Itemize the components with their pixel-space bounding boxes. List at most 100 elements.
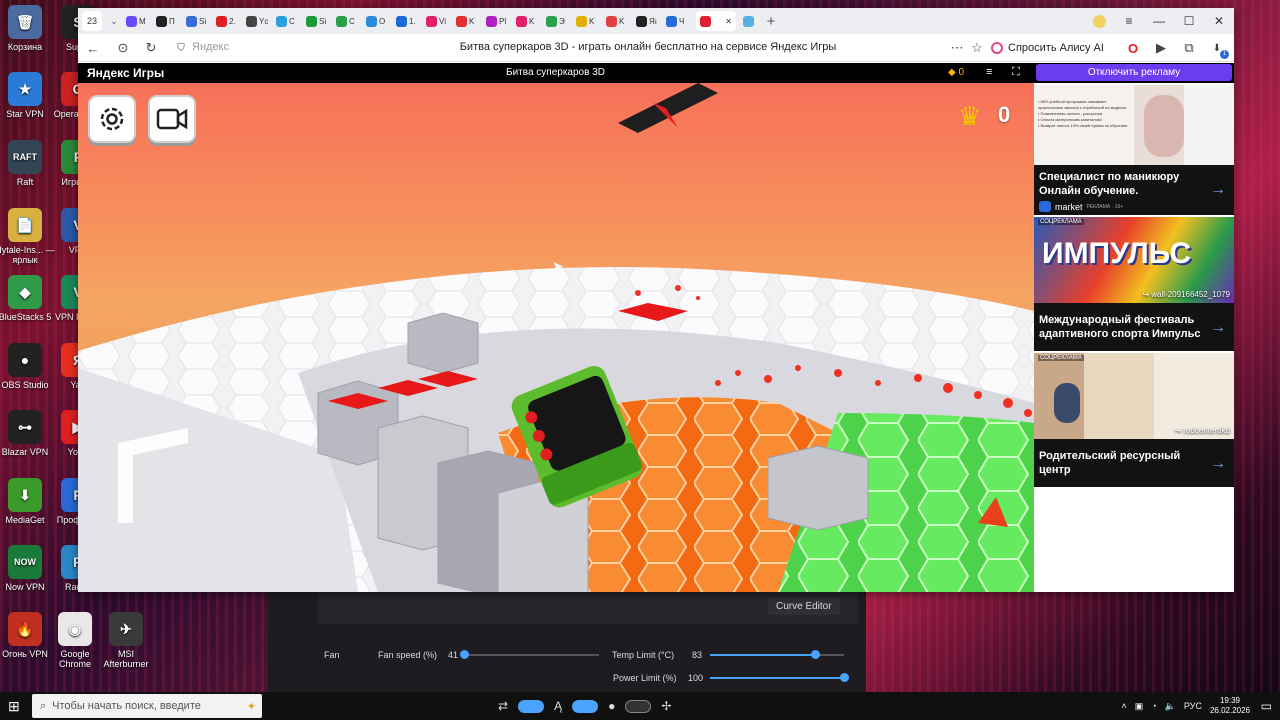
user-toggle[interactable]: [625, 699, 652, 713]
browser-tab[interactable]: K: [516, 11, 545, 31]
volume-icon[interactable]: 🔈: [1165, 701, 1176, 712]
bookmark-icon[interactable]: ☆: [968, 39, 986, 57]
sync-icon[interactable]: ⇄: [498, 699, 508, 713]
close-window-button[interactable]: ✕: [1204, 8, 1234, 34]
desktop-icon[interactable]: ◆ BlueStacks 5: [0, 275, 55, 322]
camera-button[interactable]: [148, 95, 196, 143]
browser-tab[interactable]: 2.: [216, 11, 245, 31]
system-tray: ˄ ▣ ◔ 🔈 РУС 19:39 26.02.2026: [1121, 692, 1250, 720]
back-button[interactable]: ←: [84, 39, 102, 57]
tab-list-chevron[interactable]: ⌄: [103, 11, 125, 31]
video-camera-icon: [156, 108, 188, 130]
tray-chevron-icon[interactable]: ˄: [1121, 701, 1126, 711]
disable-ads-button[interactable]: Отключить рекламу: [1036, 64, 1232, 81]
favicon-icon: [576, 15, 587, 27]
browser-tab[interactable]: Yc: [246, 11, 275, 31]
browser-tab[interactable]: Яı: [636, 11, 665, 31]
clock[interactable]: 19:39 26.02.2026: [1210, 696, 1250, 716]
arrow-right-icon[interactable]: →: [1210, 319, 1226, 337]
address-input[interactable]: Яндекс: [192, 41, 229, 53]
arrow-right-icon[interactable]: →: [1210, 181, 1226, 199]
leaderboard-icon[interactable]: ≡: [986, 66, 992, 78]
reload-button[interactable]: ↻: [142, 39, 160, 57]
temp-limit-slider[interactable]: [710, 650, 844, 659]
yandex-games-logo[interactable]: Яндекс Игры: [87, 66, 164, 80]
browser-tab[interactable]: C: [276, 11, 305, 31]
new-tab-button[interactable]: +: [760, 11, 782, 31]
fullscreen-icon[interactable]: ⛶: [1012, 66, 1020, 79]
coins-counter[interactable]: ◆ 0: [948, 67, 964, 78]
game-canvas[interactable]: ♛ 0 ➤: [78, 83, 1034, 592]
browser-tab[interactable]: K: [456, 11, 485, 31]
auto-icon[interactable]: Ą: [554, 699, 562, 713]
extensions-icon[interactable]: ⧉: [1180, 39, 1198, 57]
browser-tab[interactable]: O: [366, 11, 395, 31]
browser-tab[interactable]: Ч: [666, 11, 695, 31]
windows-start-icon[interactable]: ⊞: [8, 698, 24, 714]
app-icon: ⊶: [8, 410, 42, 444]
power-limit-slider[interactable]: [710, 673, 849, 682]
desktop-icon[interactable]: 🗑 Корзина: [0, 5, 55, 52]
ad-parent-center[interactable]: СОЦРЕКЛАМА ↪ rodcenterdkd Родительский р…: [1034, 353, 1234, 487]
favicon-icon: [156, 15, 167, 27]
tabs: M П Si 2. Yc C Si C O 1. Vi K Pl K Э K K Яı Ч: [126, 11, 696, 31]
msi-afterburner-panel: Curve Editor Fan Fan speed (%) 41 Temp L…: [268, 592, 866, 698]
fan-icon[interactable]: ✢: [661, 699, 671, 713]
fan-speed-label: Fan speed (%): [378, 650, 438, 660]
desktop-icon[interactable]: ⬇ MediaGet: [0, 478, 55, 525]
ad-manicure[interactable]: • 88% учебной программы занимают практич…: [1034, 85, 1234, 215]
vk-icon: [1039, 201, 1051, 212]
tab-extra[interactable]: [737, 11, 759, 31]
sync-toggle[interactable]: [518, 699, 545, 713]
browser-tab[interactable]: П: [156, 11, 185, 31]
browser-tab[interactable]: Vi: [426, 11, 455, 31]
desktop-icon[interactable]: ★ Star VPN: [0, 72, 55, 119]
desktop-icon[interactable]: NOW Now VPN: [0, 545, 55, 592]
browser-tab[interactable]: Pl: [486, 11, 515, 31]
browser-tab[interactable]: K: [576, 11, 605, 31]
fan-speed-knob[interactable]: [460, 650, 469, 659]
mouse-cursor-icon: ➤: [552, 258, 564, 274]
browser-tab[interactable]: M: [126, 11, 155, 31]
user-icon[interactable]: ●: [608, 699, 615, 713]
forward-icon[interactable]: ⊙: [114, 39, 132, 57]
menu-icon[interactable]: ≡: [1114, 8, 1144, 34]
browser-tab[interactable]: Si: [306, 11, 335, 31]
temp-limit-knob[interactable]: [810, 650, 820, 659]
taskbar-search-input[interactable]: ⌕ Чтобы начать поиск, введите ✦: [32, 694, 262, 718]
notifications-icon[interactable]: ▭: [1261, 699, 1272, 713]
opera-icon[interactable]: O: [1124, 39, 1142, 57]
settings-button[interactable]: [88, 95, 136, 143]
tab-close-icon[interactable]: ✕: [725, 17, 732, 26]
browser-tab[interactable]: 1.: [396, 11, 425, 31]
more-icon[interactable]: ⋯: [948, 39, 966, 57]
desktop-icon[interactable]: RAFT Raft: [0, 140, 55, 187]
desktop-icon[interactable]: ⊶ Blazar VPN: [0, 410, 55, 457]
desktop-icon[interactable]: ● OBS Studio: [0, 343, 55, 390]
browser-tab[interactable]: K: [606, 11, 635, 31]
alice-icon: [991, 42, 1003, 54]
browser-tab[interactable]: Э: [546, 11, 575, 31]
profile-icon[interactable]: [1084, 8, 1114, 34]
arrow-right-icon[interactable]: →: [1210, 455, 1226, 473]
desktop-icon[interactable]: 📄 Hytale-Ins... — ярлык: [0, 208, 55, 265]
browser-tab[interactable]: Si: [186, 11, 215, 31]
browser-tab[interactable]: C: [336, 11, 365, 31]
power-limit-knob[interactable]: [840, 673, 849, 682]
downloads-icon[interactable]: ⬇ 1: [1208, 39, 1229, 59]
tab-active[interactable]: ✕: [696, 11, 736, 31]
auto-toggle[interactable]: [572, 699, 599, 713]
language-indicator[interactable]: РУС: [1184, 701, 1202, 711]
crown-icon: ♛: [958, 101, 982, 131]
media-icon[interactable]: ▶: [1152, 39, 1170, 57]
tab-counter[interactable]: 23: [82, 11, 102, 31]
maximize-button[interactable]: ☐: [1174, 8, 1204, 34]
fan-speed-slider[interactable]: [460, 650, 599, 659]
ad-impuls[interactable]: СОЦРЕКЛАМА ИМПУЛЬС ↪ wall-209166452_1079…: [1034, 217, 1234, 351]
desktop-icon[interactable]: ✈ MSI Afterburner: [96, 612, 156, 669]
minimize-button[interactable]: —: [1144, 8, 1174, 34]
wifi-icon[interactable]: ◔: [1151, 701, 1156, 711]
alice-button[interactable]: Спросить Алису AI: [991, 39, 1104, 57]
network-icon[interactable]: ▣: [1135, 701, 1144, 712]
curve-editor-button[interactable]: Curve Editor: [768, 598, 840, 615]
